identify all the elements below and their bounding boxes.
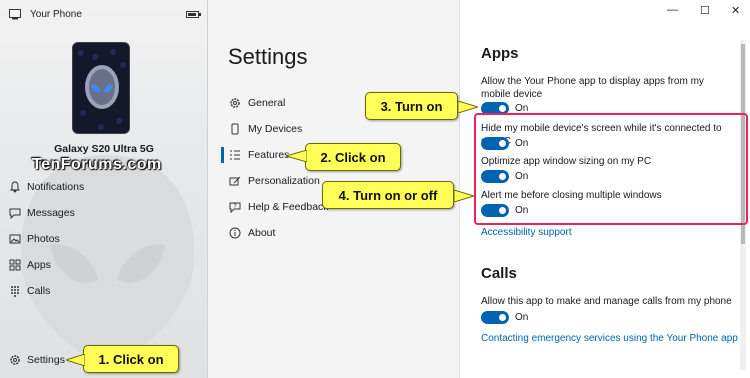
brush-icon <box>228 175 241 188</box>
callout-step-3: 3. Turn on <box>365 92 478 120</box>
toggle-state: On <box>515 312 529 323</box>
settings-item-label: Help & Feedback <box>248 201 329 213</box>
help-icon: ? <box>228 201 241 214</box>
accessibility-link[interactable]: Accessibility support <box>481 227 572 238</box>
nav-label: Photos <box>27 233 60 245</box>
page-title: Settings <box>228 44 308 69</box>
dialpad-icon <box>8 285 21 298</box>
maximize-button[interactable]: ☐ <box>700 4 710 17</box>
nav-item-settings[interactable]: Settings <box>8 351 65 369</box>
phone-image <box>72 42 130 134</box>
settings-item-about[interactable]: About <box>228 225 275 241</box>
photo-icon <box>8 233 21 246</box>
settings-item-my-devices[interactable]: My Devices <box>228 121 302 137</box>
gear-icon <box>8 354 21 367</box>
callout-step-2: 2. Click on <box>286 143 401 171</box>
list-icon <box>228 149 241 162</box>
callout-text: 1. Click on <box>98 351 164 367</box>
watermark: TenForums.com <box>32 156 162 173</box>
calls-option-text: Allow this app to make and manage calls … <box>481 296 732 307</box>
phone-icon <box>228 123 241 136</box>
chat-icon <box>8 207 21 220</box>
settings-item-help-feedback[interactable]: ? Help & Feedback <box>228 199 329 215</box>
nav-item-notifications[interactable]: Notifications <box>8 178 84 196</box>
toggle-switch[interactable] <box>481 311 509 324</box>
nav-item-calls[interactable]: Calls <box>8 282 50 300</box>
settings-item-general[interactable]: General <box>228 95 285 111</box>
settings-item-label: General <box>248 97 286 109</box>
nav-label: Settings <box>27 354 65 366</box>
selected-indicator <box>221 147 224 163</box>
settings-item-label: My Devices <box>248 123 303 135</box>
battery-icon <box>186 11 201 18</box>
settings-item-label: About <box>248 227 276 239</box>
callout-text: 4. Turn on or off <box>338 187 438 203</box>
nav-label: Messages <box>27 207 75 219</box>
settings-item-label: Personalization <box>248 175 320 187</box>
callout-pointer <box>458 101 478 113</box>
callout-pointer <box>454 190 474 202</box>
apps-heading: Apps <box>481 45 519 62</box>
apps-option-text: Allow the Your Phone app to display apps… <box>481 76 704 100</box>
nav-label: Calls <box>27 285 51 297</box>
close-button[interactable]: ✕ <box>731 4 740 17</box>
callout-text: 2. Click on <box>320 149 386 165</box>
left-pane: Your Phone Galaxy S20 Ultra 5G TenForums… <box>0 0 208 378</box>
callout-pointer <box>286 150 307 162</box>
device-name: Galaxy S20 Ultra 5G <box>54 143 154 155</box>
emergency-link[interactable]: Contacting emergency services using the … <box>481 333 738 344</box>
phone-app-icon <box>9 9 21 20</box>
minimize-button[interactable]: — <box>667 4 678 16</box>
nav-item-messages[interactable]: Messages <box>8 204 75 222</box>
nav-item-apps[interactable]: Apps <box>8 256 51 274</box>
gear-icon <box>228 97 241 110</box>
info-icon <box>228 227 241 240</box>
callout-step-4: 4. Turn on or off <box>322 181 474 209</box>
settings-item-features[interactable]: Features <box>228 147 289 163</box>
app-title: Your Phone <box>30 9 82 20</box>
nav-label: Notifications <box>27 181 85 193</box>
nav-label: Apps <box>27 259 51 271</box>
nav-item-photos[interactable]: Photos <box>8 230 60 248</box>
settings-item-personalization[interactable]: Personalization <box>228 173 320 189</box>
callout-pointer <box>66 354 85 366</box>
highlight-box <box>474 113 748 225</box>
callout-step-1: 1. Click on <box>66 345 179 373</box>
apps-grid-icon <box>8 259 21 272</box>
callout-text: 3. Turn on <box>380 98 443 114</box>
bell-icon <box>8 181 21 194</box>
calls-heading: Calls <box>481 265 517 282</box>
settings-item-label: Features <box>248 149 290 161</box>
toggle-calls[interactable]: On <box>481 311 528 324</box>
